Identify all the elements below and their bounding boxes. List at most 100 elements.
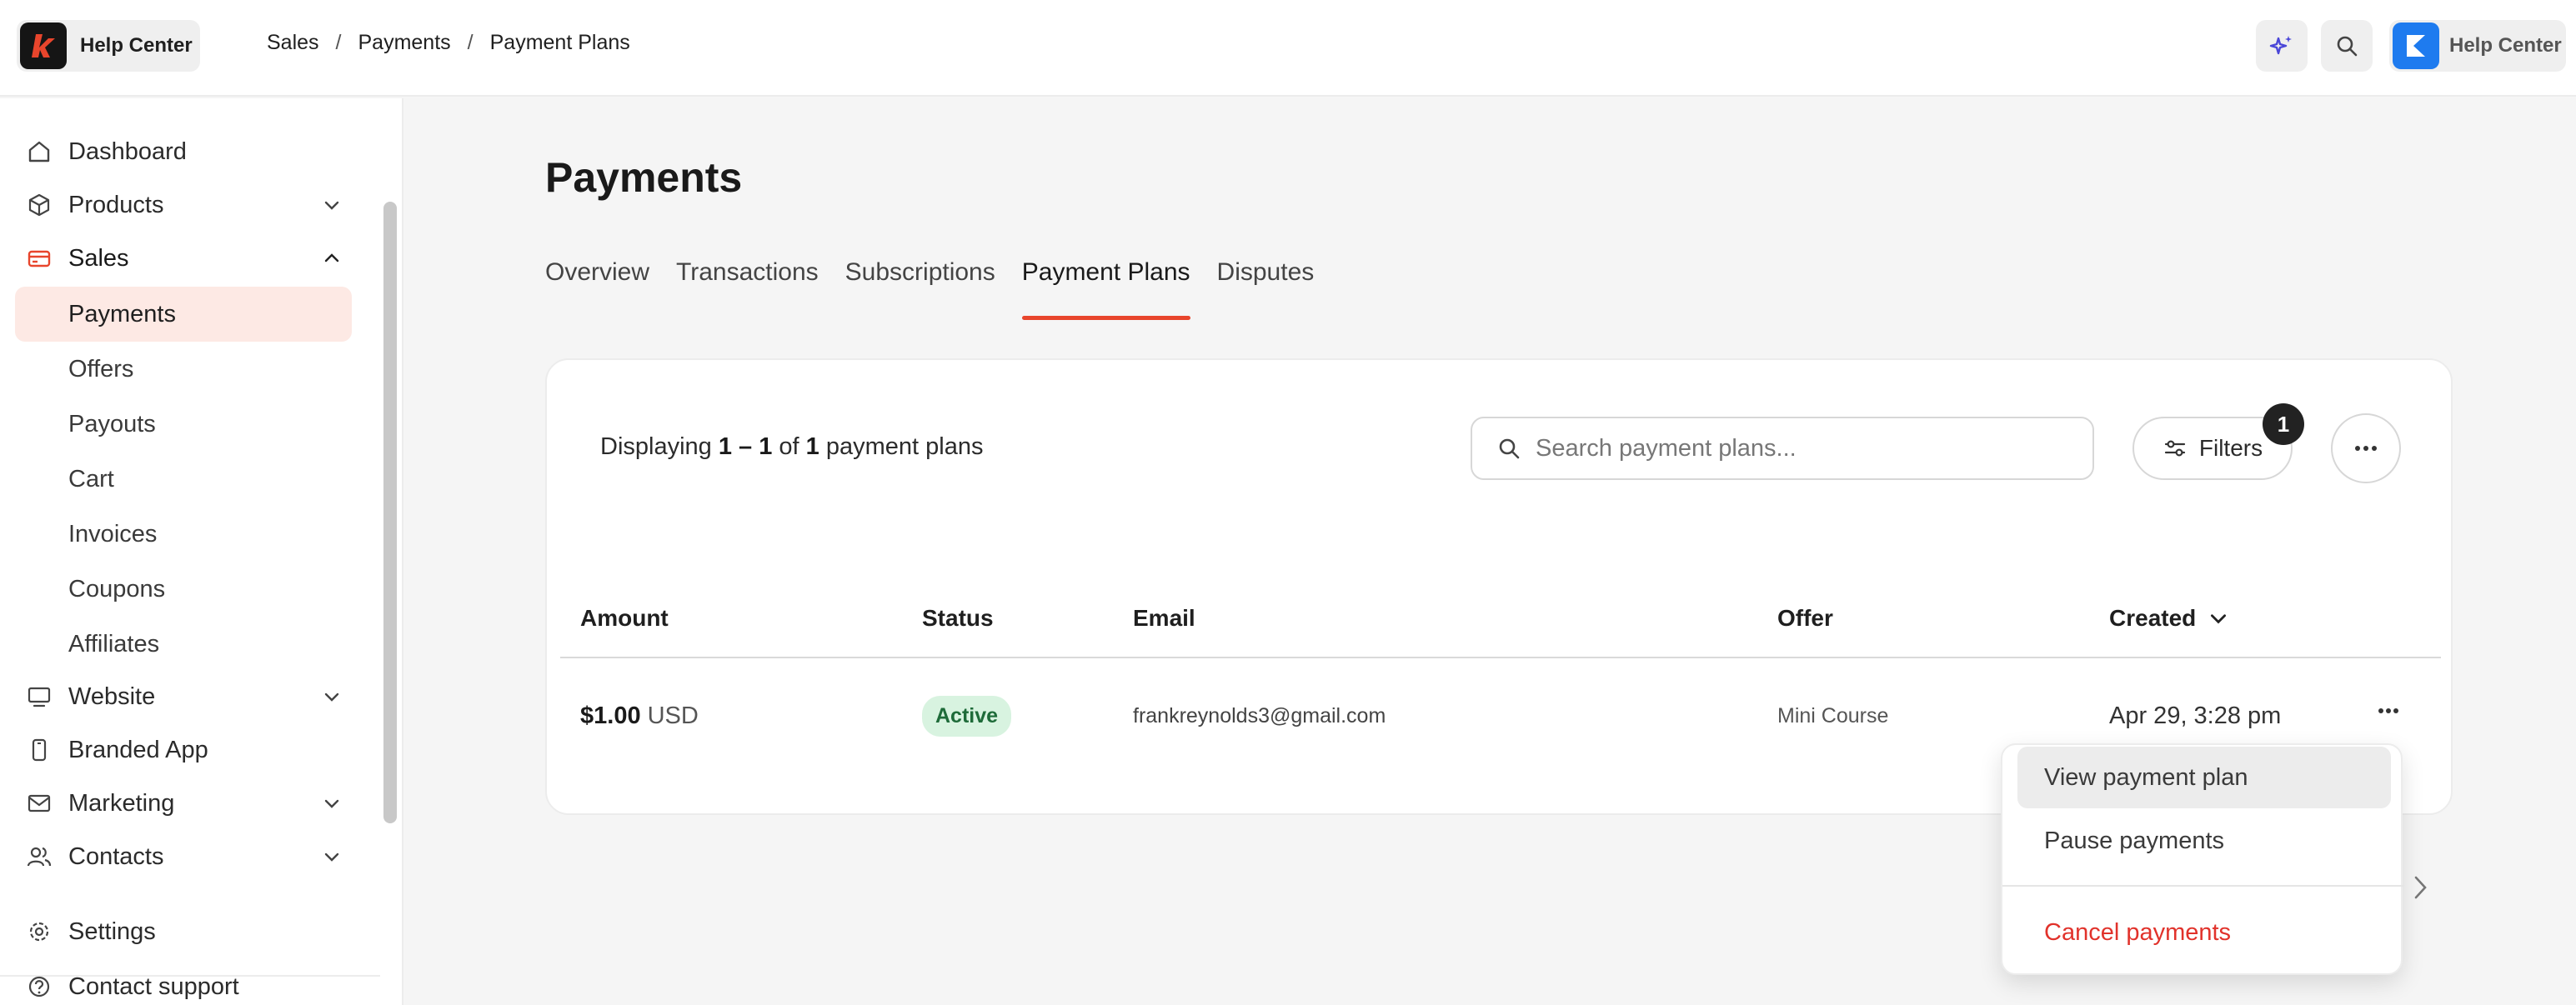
- sidebar-item-branded-app[interactable]: Branded App: [17, 723, 352, 777]
- top-bar: Help Center Sales / Payments / Payment P…: [0, 0, 2576, 97]
- sidebar-subitem-cart[interactable]: Cart: [15, 452, 352, 507]
- status-badge: Active: [922, 696, 1011, 737]
- column-header-email[interactable]: Email: [1133, 605, 1195, 632]
- chevron-down-icon: [322, 847, 342, 867]
- tab-disputes[interactable]: Disputes: [1217, 258, 1315, 320]
- brand-name: Help Center: [80, 34, 193, 58]
- users-icon: [17, 844, 53, 869]
- account-menu[interactable]: Help Center: [2389, 20, 2566, 72]
- sidebar-subitem-offers[interactable]: Offers: [15, 342, 352, 397]
- more-actions-button[interactable]: [2331, 413, 2401, 483]
- column-header-status[interactable]: Status: [922, 605, 994, 632]
- sidebar-item-label: Dashboard: [68, 138, 187, 166]
- sidebar-scrollbar[interactable]: [383, 202, 397, 823]
- results-prefix: Displaying: [600, 433, 712, 460]
- sidebar-item-label: Products: [68, 192, 163, 219]
- sidebar-item-label: Branded App: [68, 737, 208, 764]
- ai-sparkle-button[interactable]: [2256, 20, 2308, 72]
- column-header-created[interactable]: Created: [2109, 605, 2229, 632]
- breadcrumb-payment-plans: Payment Plans: [490, 31, 630, 55]
- account-name: Help Center: [2449, 34, 2562, 58]
- gear-icon: [17, 919, 53, 944]
- search-input[interactable]: Search payment plans...: [1471, 417, 2094, 480]
- chevron-down-icon: [322, 195, 342, 215]
- sidebar-item-products[interactable]: Products: [17, 178, 352, 232]
- sidebar-subitem-affiliates[interactable]: Affiliates: [15, 617, 352, 672]
- tab-bar: Overview Transactions Subscriptions Paym…: [545, 258, 1341, 320]
- brand-switcher[interactable]: Help Center: [17, 20, 200, 72]
- tab-overview[interactable]: Overview: [545, 258, 649, 320]
- sliders-icon: [2163, 436, 2188, 461]
- cell-offer: Mini Course: [1777, 695, 1888, 737]
- menu-item-cancel-payments[interactable]: Cancel payments: [2017, 902, 2391, 963]
- results-count: Displaying 1 – 1 of 1 payment plans: [600, 433, 984, 461]
- tab-transactions[interactable]: Transactions: [676, 258, 819, 320]
- cell-created: Apr 29, 3:28 pm: [2109, 695, 2281, 737]
- cell-amount: $1.00 USD: [580, 695, 699, 737]
- mail-icon: [17, 791, 53, 816]
- chevron-down-icon: [322, 793, 342, 813]
- sort-chevron-down-icon: [2208, 608, 2229, 629]
- account-logo-icon: [2393, 22, 2439, 69]
- menu-divider: [2002, 885, 2404, 887]
- row-actions-button[interactable]: [2378, 703, 2399, 718]
- sidebar-item-label: Contacts: [68, 843, 163, 871]
- phone-icon: [17, 738, 53, 762]
- menu-item-view-payment-plan[interactable]: View payment plan: [2017, 747, 2391, 808]
- monitor-icon: [17, 684, 53, 709]
- sidebar-item-label: Website: [68, 683, 155, 711]
- cell-email: frankreynolds3@gmail.com: [1133, 695, 1386, 737]
- sidebar-item-label: Sales: [68, 245, 129, 272]
- pagination-next-button[interactable]: [2409, 873, 2431, 906]
- home-icon: [17, 139, 53, 164]
- sidebar-item-contacts[interactable]: Contacts: [17, 830, 352, 883]
- breadcrumb: Sales / Payments / Payment Plans: [267, 31, 630, 55]
- search-icon: [2335, 34, 2358, 58]
- breadcrumb-payments[interactable]: Payments: [358, 31, 451, 55]
- results-total: 1: [806, 433, 819, 460]
- search-button[interactable]: [2321, 20, 2373, 72]
- sidebar-item-website[interactable]: Website: [17, 670, 352, 723]
- column-header-offer[interactable]: Offer: [1777, 605, 1833, 632]
- credit-card-icon: [17, 246, 53, 271]
- sidebar-subitem-payments[interactable]: Payments: [15, 287, 352, 342]
- more-horizontal-icon: [2353, 445, 2378, 452]
- breadcrumb-separator: /: [336, 31, 342, 55]
- results-of: of: [779, 433, 799, 460]
- cell-status: Active: [922, 695, 1011, 737]
- sparkle-icon: [2269, 33, 2294, 58]
- sidebar-subitem-coupons[interactable]: Coupons: [15, 562, 352, 617]
- sidebar-item-label: Contact support: [68, 973, 239, 1001]
- breadcrumb-sales[interactable]: Sales: [267, 31, 319, 55]
- sidebar-item-marketing[interactable]: Marketing: [17, 777, 352, 830]
- sidebar-subitem-invoices[interactable]: Invoices: [15, 507, 352, 562]
- chevron-up-icon: [322, 248, 342, 268]
- search-icon: [1497, 437, 1521, 460]
- row-actions-menu: View payment plan Pause payments Cancel …: [2001, 743, 2403, 975]
- filters-count-badge: 1: [2263, 403, 2304, 445]
- breadcrumb-separator: /: [468, 31, 474, 55]
- brand-logo-icon: [20, 22, 67, 69]
- sidebar-item-settings[interactable]: Settings: [17, 905, 352, 958]
- filters-label: Filters: [2199, 435, 2263, 462]
- sidebar-item-label: Marketing: [68, 790, 174, 818]
- sidebar-item-label: Settings: [68, 918, 156, 946]
- help-circle-icon: [17, 974, 53, 999]
- column-header-amount[interactable]: Amount: [580, 605, 669, 632]
- amount-currency: USD: [648, 702, 699, 730]
- sidebar: Dashboard Products Sales Payments Offers…: [0, 98, 403, 1005]
- results-range: 1 – 1: [719, 433, 773, 460]
- chevron-down-icon: [322, 687, 342, 707]
- table-header-divider: [560, 657, 2441, 658]
- search-placeholder: Search payment plans...: [1536, 435, 1797, 462]
- sidebar-item-dashboard[interactable]: Dashboard: [17, 125, 352, 178]
- menu-item-pause-payments[interactable]: Pause payments: [2017, 810, 2391, 872]
- tab-subscriptions[interactable]: Subscriptions: [845, 258, 995, 320]
- amount-value: $1.00: [580, 702, 641, 730]
- sidebar-item-contact-support[interactable]: Contact support: [17, 960, 352, 1005]
- sidebar-item-sales[interactable]: Sales: [17, 232, 352, 285]
- box-icon: [17, 192, 53, 218]
- page-title: Payments: [545, 153, 742, 202]
- tab-payment-plans[interactable]: Payment Plans: [1022, 258, 1190, 320]
- sidebar-subitem-payouts[interactable]: Payouts: [15, 397, 352, 452]
